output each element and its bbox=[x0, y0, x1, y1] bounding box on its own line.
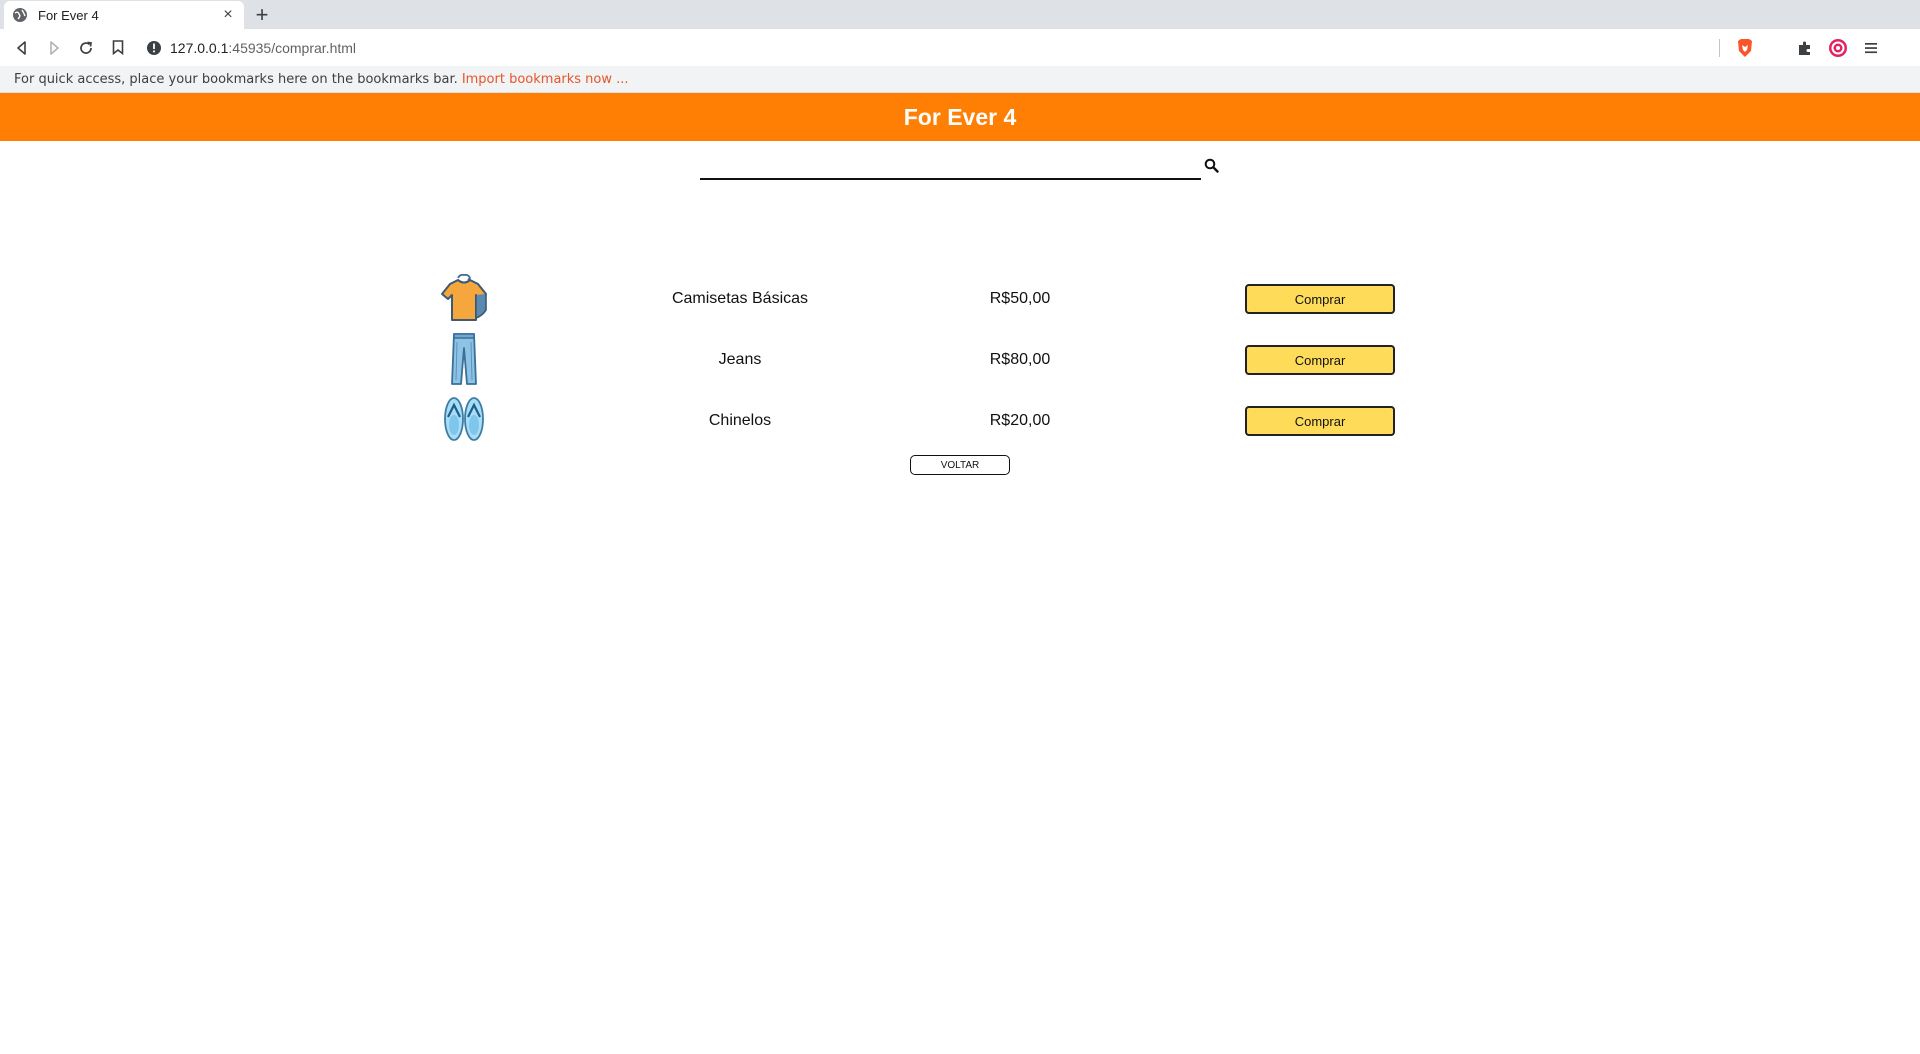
product-row: Jeans R$80,00 Comprar bbox=[0, 331, 1920, 392]
product-name: Jeans bbox=[718, 351, 762, 368]
brave-shield-icon[interactable] bbox=[1736, 38, 1754, 58]
bookmarks-message: For quick access, place your bookmarks h… bbox=[14, 71, 458, 87]
product-name: Chinelos bbox=[708, 412, 772, 429]
product-price: R$20,00 bbox=[989, 412, 1051, 429]
product-price: R$80,00 bbox=[989, 351, 1051, 368]
back-icon[interactable] bbox=[10, 36, 34, 60]
buy-button[interactable]: Comprar bbox=[1245, 406, 1395, 436]
jeans-icon bbox=[436, 331, 492, 387]
menu-icon[interactable] bbox=[1860, 37, 1882, 59]
info-icon[interactable] bbox=[146, 40, 162, 56]
tshirt-icon bbox=[436, 270, 492, 326]
tab-strip: For Ever 4 × + bbox=[0, 0, 1920, 29]
bookmark-icon[interactable] bbox=[106, 36, 130, 60]
back-button[interactable]: VOLTAR bbox=[910, 455, 1010, 475]
browser-tab[interactable]: For Ever 4 × bbox=[4, 1, 244, 29]
product-name: Camisetas Básicas bbox=[671, 290, 809, 307]
reload-icon[interactable] bbox=[74, 36, 98, 60]
site-title: For Ever 4 bbox=[903, 103, 1017, 130]
browser-toolbar: 127.0.0.1:45935/comprar.html bbox=[0, 29, 1920, 66]
import-bookmarks-link[interactable]: Import bookmarks now ... bbox=[462, 72, 629, 87]
site-header: For Ever 4 bbox=[0, 93, 1920, 141]
search-input[interactable] bbox=[700, 153, 1201, 180]
forward-icon[interactable] bbox=[42, 36, 66, 60]
product-list: Camisetas Básicas R$50,00 Comprar Jeans … bbox=[0, 270, 1920, 453]
bookmarks-bar: For quick access, place your bookmarks h… bbox=[0, 66, 1920, 93]
buy-button[interactable]: Comprar bbox=[1245, 284, 1395, 314]
tab-title: For Ever 4 bbox=[38, 7, 99, 23]
url-path: :45935/comprar.html bbox=[228, 39, 357, 56]
buy-button[interactable]: Comprar bbox=[1245, 345, 1395, 375]
search-icon[interactable] bbox=[1204, 158, 1219, 173]
extensions-icon[interactable] bbox=[1794, 37, 1816, 59]
product-row: Chinelos R$20,00 Comprar bbox=[0, 392, 1920, 453]
product-price: R$50,00 bbox=[989, 290, 1051, 307]
url-host: 127.0.0.1 bbox=[170, 39, 229, 56]
rewards-icon[interactable] bbox=[1827, 37, 1849, 59]
globe-icon bbox=[13, 8, 27, 22]
divider bbox=[1719, 39, 1720, 57]
flip-flops-icon bbox=[436, 392, 492, 448]
address-bar[interactable]: 127.0.0.1:45935/comprar.html bbox=[142, 33, 1776, 62]
product-row: Camisetas Básicas R$50,00 Comprar bbox=[0, 270, 1920, 331]
search-bar bbox=[0, 141, 1920, 201]
close-tab-icon[interactable]: × bbox=[220, 7, 236, 23]
new-tab-button[interactable]: + bbox=[250, 3, 274, 27]
